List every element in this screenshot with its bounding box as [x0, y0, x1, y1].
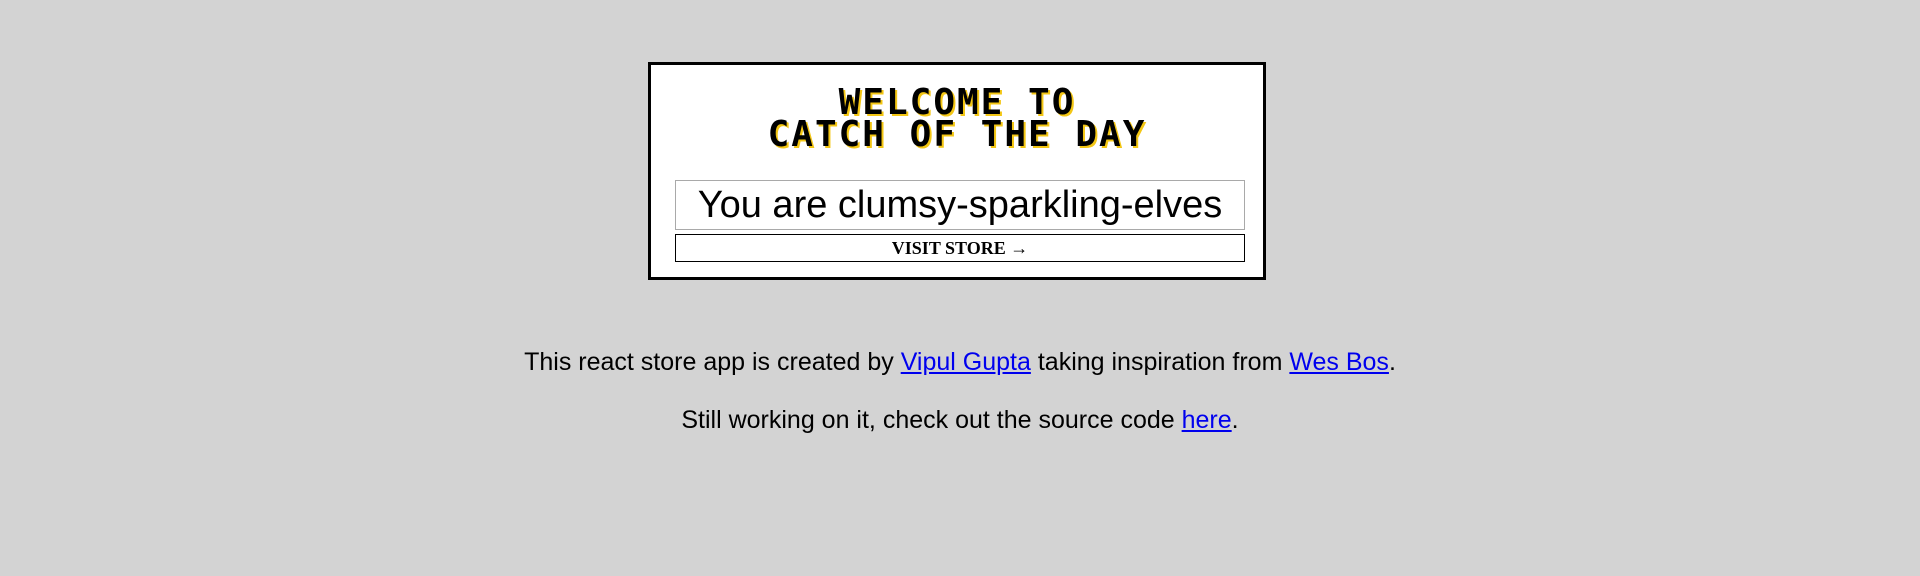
- store-name-input[interactable]: [675, 180, 1245, 230]
- credits-text: Still working on it, check out the sourc…: [681, 406, 1175, 434]
- credits-line-1: This react store app is created by Vipul…: [0, 348, 1920, 377]
- inspiration-link[interactable]: Wes Bos: [1289, 348, 1389, 376]
- store-selector-form: WELCOME TO CATCH OF THE DAY VISIT STORE …: [648, 62, 1266, 280]
- credits-text: This react store app is created by: [524, 348, 894, 376]
- credits-text: taking inspiration from: [1037, 348, 1283, 376]
- credits-line-2: Still working on it, check out the sourc…: [0, 406, 1920, 435]
- credits-punctuation: .: [1231, 406, 1239, 434]
- page-title: WELCOME TO CATCH OF THE DAY: [651, 85, 1263, 155]
- credits-punctuation: .: [1388, 348, 1396, 376]
- author-link[interactable]: Vipul Gupta: [901, 348, 1031, 376]
- source-code-link[interactable]: here: [1182, 406, 1232, 434]
- visit-store-button[interactable]: VISIT STORE →: [675, 234, 1245, 262]
- title-line-2: CATCH OF THE DAY: [767, 114, 1147, 155]
